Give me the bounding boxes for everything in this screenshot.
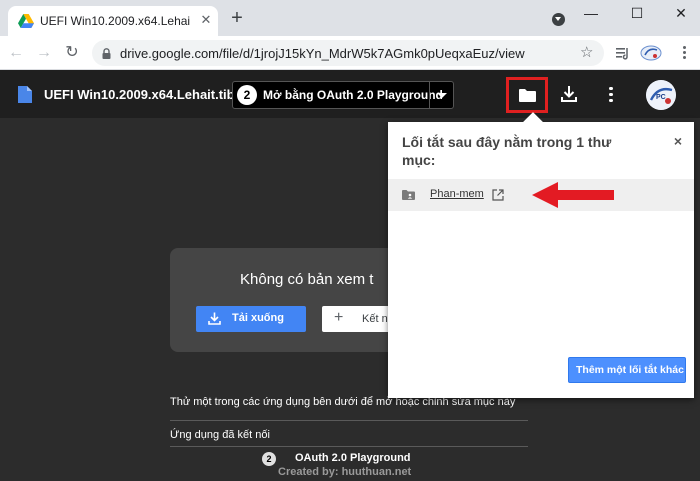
red-arrow-annotation	[532, 182, 614, 208]
file-icon	[18, 86, 32, 103]
open-with-divider	[429, 82, 430, 108]
shortcut-folder-link[interactable]: Phan-mem	[430, 188, 484, 200]
reading-list-icon[interactable]	[614, 44, 632, 62]
back-button[interactable]: ←	[6, 43, 26, 63]
download-icon[interactable]	[560, 85, 578, 103]
maximize-button[interactable]: ☐	[622, 4, 652, 22]
browser-toolbar: ← → ↻ drive.google.com/file/d/1jrojJ15kY…	[0, 36, 700, 70]
popup-title: Lối tắt sau đây nằm trong 1 thư mục:	[402, 134, 612, 168]
no-preview-title: Không có bản xem t	[240, 271, 374, 288]
folder-location-popup: Lối tắt sau đây nằm trong 1 thư mục: × P…	[388, 112, 694, 398]
reload-button[interactable]: ↻	[62, 43, 82, 63]
add-shortcut-label: Thêm một lối tắt khác	[576, 364, 684, 376]
plus-icon: +	[334, 309, 344, 326]
open-with-button[interactable]: 2 Mở bằng OAuth 2.0 Playground	[232, 81, 454, 109]
chrome-profile-menu-icon[interactable]	[552, 13, 565, 26]
tab-close-icon[interactable]: ✕	[198, 12, 214, 28]
bookmark-star-icon[interactable]: ☆	[580, 44, 593, 62]
tab-title: UEFI Win10.2009.x64.Lehait.tib -	[40, 14, 190, 28]
oauth-playground-icon: 2	[237, 85, 257, 105]
google-drive-icon	[18, 14, 34, 28]
browser-tab[interactable]: UEFI Win10.2009.x64.Lehait.tib - ✕	[8, 6, 218, 36]
connected-apps-label: Ứng dụng đã kết nối	[170, 429, 270, 441]
shortcut-folder-row[interactable]: Phan-mem	[388, 179, 694, 211]
divider	[170, 420, 528, 421]
chevron-down-icon[interactable]	[437, 93, 447, 98]
watermark: Created by: huuthuan.net	[278, 466, 412, 478]
close-window-button[interactable]: ✕	[666, 4, 696, 22]
divider	[170, 446, 528, 447]
download-button[interactable]: Tải xuống	[196, 306, 306, 332]
avatar-text: PC	[656, 94, 666, 101]
address-bar[interactable]: drive.google.com/file/d/1jrojJ15kYn_MdrW…	[92, 40, 604, 66]
lock-icon	[102, 48, 111, 59]
drive-viewer-header: UEFI Win10.2009.x64.Lehait.tib 2 Mở bằng…	[0, 70, 700, 118]
minimize-button[interactable]: —	[576, 4, 606, 22]
forward-button[interactable]: →	[34, 43, 54, 63]
close-icon[interactable]: ×	[671, 134, 685, 148]
add-shortcut-button[interactable]: Thêm một lối tắt khác	[568, 357, 686, 383]
chrome-menu-icon[interactable]	[680, 44, 688, 62]
show-folder-location-button[interactable]	[506, 77, 548, 113]
connect-button-label: Kết n	[362, 313, 388, 325]
open-in-new-icon[interactable]	[492, 189, 504, 201]
new-tab-button[interactable]: +	[228, 8, 246, 28]
url-text: drive.google.com/file/d/1jrojJ15kYn_MdrW…	[120, 46, 525, 61]
extension-icon[interactable]	[640, 44, 662, 62]
download-button-label: Tải xuống	[232, 312, 284, 324]
download-icon	[208, 312, 221, 325]
open-with-label: Mở bằng OAuth 2.0 Playground	[263, 88, 443, 102]
connected-app-oauth-playground[interactable]: OAuth 2.0 Playground	[295, 452, 411, 464]
more-options-icon[interactable]	[606, 85, 616, 103]
file-title: UEFI Win10.2009.x64.Lehait.tib	[44, 87, 235, 102]
avatar[interactable]: PC	[646, 80, 676, 110]
shared-folder-icon	[402, 190, 415, 200]
folder-icon	[519, 89, 536, 102]
oauth-playground-icon[interactable]: 2	[262, 452, 276, 466]
tab-strip: UEFI Win10.2009.x64.Lehait.tib - ✕ + — ☐…	[0, 0, 700, 36]
